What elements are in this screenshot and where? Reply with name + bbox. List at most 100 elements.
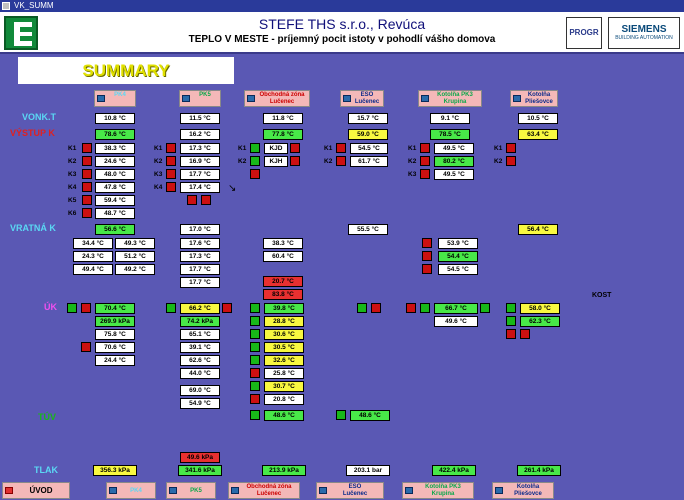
boiler-status-icon[interactable] <box>82 156 92 166</box>
pump-status-icon[interactable] <box>406 303 416 313</box>
pump-status-icon[interactable] <box>201 195 211 205</box>
value-uk-oz-6: 25.8 °C <box>264 368 304 379</box>
boiler-status-icon[interactable] <box>82 208 92 218</box>
pump-status-icon[interactable] <box>422 264 432 274</box>
value-vystup-krup: 78.5 °C <box>430 129 470 140</box>
window-title: VK_SUMM <box>14 1 54 10</box>
value-vystup-eso: 59.0 °C <box>348 129 388 140</box>
value-uk-oz-8: 20.8 °C <box>264 394 304 405</box>
value-vystup-oz: 77.8 °C <box>263 129 303 140</box>
boiler-label: K2 <box>408 158 417 165</box>
pump-status-icon[interactable] <box>357 303 367 313</box>
pump-status-icon[interactable] <box>67 303 77 313</box>
value-pk4-ret-6: 49.2 °C <box>115 264 155 275</box>
boiler-label: K1 <box>408 145 417 152</box>
boiler-status-icon[interactable] <box>250 156 260 166</box>
boiler-status-icon[interactable] <box>506 156 516 166</box>
pump-status-icon[interactable] <box>506 329 516 339</box>
pump-status-icon[interactable] <box>81 303 91 313</box>
boiler-status-icon[interactable] <box>166 169 176 179</box>
nav-label: Obchodná zóna Lučenec <box>246 484 292 497</box>
boiler-alarm-icon[interactable] <box>290 143 300 153</box>
pump-status-icon[interactable] <box>250 342 260 352</box>
value-uk-oz-4: 30.5 °C <box>264 342 304 353</box>
value-vratna-plie: 56.4 °C <box>518 224 558 235</box>
column-label: PK5 <box>199 92 211 98</box>
nav-button-pk4[interactable]: PK4 <box>106 482 156 499</box>
boiler-label: K2 <box>238 158 247 165</box>
pump-status-icon[interactable] <box>420 303 430 313</box>
pump-status-icon[interactable] <box>250 303 260 313</box>
boiler-status-icon[interactable] <box>336 156 346 166</box>
nav-label: PK4 <box>130 488 142 494</box>
value-uk-pk4-5: 24.4 °C <box>95 355 135 366</box>
siemens-logo: SIEMENS BUILDING AUTOMATION <box>608 17 680 49</box>
station-icon <box>343 95 351 102</box>
nav-button-eso-lucenec[interactable]: ESO Lučenec <box>316 482 384 499</box>
pump-status-icon[interactable] <box>250 329 260 339</box>
boiler-status-icon[interactable] <box>82 143 92 153</box>
pump-status-icon[interactable] <box>187 195 197 205</box>
boiler-status-icon[interactable] <box>420 156 430 166</box>
pump-status-icon[interactable] <box>480 303 490 313</box>
pump-status-icon[interactable] <box>250 410 260 420</box>
pump-status-icon[interactable] <box>250 169 260 179</box>
boiler-status-icon[interactable] <box>420 143 430 153</box>
boiler-label: K4 <box>154 184 163 191</box>
boiler-status-icon[interactable] <box>506 143 516 153</box>
nav-label: ESO Lučenec <box>342 484 368 497</box>
boiler-label: K3 <box>154 171 163 178</box>
nav-button-pk5[interactable]: PK5 <box>166 482 216 499</box>
value-eso-k2: 61.7 °C <box>350 156 388 167</box>
column-label: PK4 <box>114 92 126 98</box>
station-icon <box>405 487 413 494</box>
pump-status-icon[interactable] <box>371 303 381 313</box>
nav-button-oz-lucenec[interactable]: Obchodná zóna Lučenec <box>228 482 300 499</box>
header-banner: STEFE THS s.r.o., Revúca TEPLO V MESTE -… <box>0 12 684 54</box>
boiler-status-icon[interactable] <box>336 143 346 153</box>
nav-label: PK5 <box>190 488 202 494</box>
pump-status-icon[interactable] <box>250 355 260 365</box>
boiler-status-icon[interactable] <box>420 169 430 179</box>
pump-status-icon[interactable] <box>422 238 432 248</box>
column-header-oz-lucenec[interactable]: Obchodná zóna Lučenec <box>244 90 310 107</box>
boiler-status-icon[interactable] <box>82 195 92 205</box>
value-pk5-ret-4: 17.7 °C <box>180 277 220 288</box>
pump-status-icon[interactable] <box>506 316 516 326</box>
value-vystup-plie: 63.4 °C <box>518 129 558 140</box>
pump-status-icon[interactable] <box>250 316 260 326</box>
pump-status-icon[interactable] <box>250 368 260 378</box>
pump-status-icon[interactable] <box>250 394 260 404</box>
pump-status-icon[interactable] <box>81 342 91 352</box>
boiler-status-icon[interactable] <box>166 156 176 166</box>
pump-status-icon[interactable] <box>336 410 346 420</box>
boiler-status-icon[interactable] <box>166 182 176 192</box>
value-vystup-pk4: 78.6 °C <box>95 129 135 140</box>
value-pk4-ret-2: 49.3 °C <box>115 238 155 249</box>
boiler-status-icon[interactable] <box>82 169 92 179</box>
boiler-label: K2 <box>154 158 163 165</box>
value-pk4-k6: 48.7 °C <box>95 208 135 219</box>
column-header-pk4[interactable]: PK4 <box>94 90 136 107</box>
boiler-alarm-icon[interactable] <box>290 156 300 166</box>
column-header-eso-lucenec[interactable]: ESO Lučenec <box>340 90 384 107</box>
pump-status-icon[interactable] <box>506 303 516 313</box>
pump-status-icon[interactable] <box>222 303 232 313</box>
nav-button-krupina[interactable]: Kotolňa PK3 Krupina <box>402 482 474 499</box>
pump-status-icon[interactable] <box>520 329 530 339</box>
value-vratna-pk5: 17.0 °C <box>180 224 220 235</box>
column-header-pk5[interactable]: PK5 <box>179 90 221 107</box>
boiler-label: K3 <box>68 171 77 178</box>
nav-button-uvod[interactable]: ÚVOD <box>2 482 70 499</box>
boiler-status-icon[interactable] <box>166 143 176 153</box>
pump-status-icon[interactable] <box>250 381 260 391</box>
column-label: Kotolňa Pliešovce <box>525 92 553 105</box>
column-header-krupina[interactable]: Kotolňa PK3 Krupina <box>418 90 482 107</box>
boiler-status-icon[interactable] <box>82 182 92 192</box>
column-header-pliesovce[interactable]: Kotolňa Pliešovce <box>510 90 558 107</box>
pump-status-icon[interactable] <box>422 251 432 261</box>
pump-status-icon[interactable] <box>166 303 176 313</box>
nav-button-pliesovce[interactable]: Kotolňa Pliešovce <box>492 482 554 499</box>
value-pk4-k3: 48.0 °C <box>95 169 135 180</box>
boiler-status-icon[interactable] <box>250 143 260 153</box>
